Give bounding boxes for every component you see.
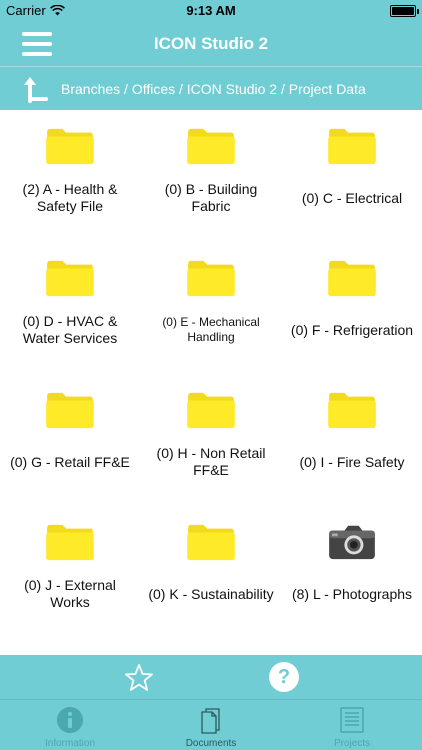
folder-grid: (2) A - Health & Safety File (0) B - Buil… [0,110,422,655]
camera-icon [329,525,375,560]
folder-item[interactable]: (0) J - External Works [0,506,140,636]
info-icon [57,707,83,733]
navigation-bar: ICON Studio 2 [0,22,422,66]
folder-icon [187,128,235,165]
folder-label: (0) H - Non Retail FF&E [156,445,266,478]
folder-icon [46,524,94,561]
folder-label: (0) C - Electrical [301,189,403,206]
page-title: ICON Studio 2 [153,34,269,53]
folder-icon [328,392,376,429]
folder-label: (0) B - Building Fabric [164,181,258,214]
folder-item[interactable]: (0) C - Electrical [282,110,422,240]
folder-item[interactable]: (0) K - Sustainability [141,506,281,636]
folder-item[interactable]: (0) H - Non Retail FF&E [141,374,281,504]
folder-icon [187,524,235,561]
folder-item[interactable]: (0) G - Retail FF&E [0,374,140,504]
folder-label: (0) G - Retail FF&E [10,453,130,470]
folder-item[interactable]: (0) I - Fire Safety [282,374,422,504]
folder-label: (8) L - Photographs [291,585,413,602]
folder-item[interactable]: (2) A - Health & Safety File [0,110,140,240]
help-button[interactable]: ? [269,662,299,692]
tab-information[interactable]: Information [0,700,140,750]
breadcrumb: Branches / Offices / ICON Studio 2 / Pro… [0,66,422,110]
tab-bar: Information Documents Projects [0,699,422,750]
folder-label: (0) D - HVAC & Water Services [22,313,118,346]
folder-icon [187,260,235,297]
tab-projects[interactable]: Projects [282,700,422,750]
star-icon[interactable] [124,663,154,693]
tab-label: Documents [185,738,237,749]
tab-label: Information [44,738,96,749]
breadcrumb-path: Branches / Offices / ICON Studio 2 / Pro… [61,81,366,97]
folder-icon [46,392,94,429]
status-time: 9:13 AM [186,3,236,18]
folder-icon [187,392,235,429]
folder-item[interactable]: (0) B - Building Fabric [141,110,281,240]
folder-label: (0) I - Fire Safety [299,453,405,470]
tab-documents[interactable]: Documents [141,700,281,750]
documents-icon [201,708,220,734]
projects-list-icon [340,707,364,733]
folder-label: (2) A - Health & Safety File [22,181,118,214]
folder-label: (0) F - Refrigeration [290,321,414,338]
folder-icon [328,260,376,297]
folder-label: (0) K - Sustainability [148,585,274,602]
folder-label: (0) J - External Works [24,577,116,610]
folder-label: (0) E - Mechanical Handling [162,315,260,344]
action-bar: ? [0,655,422,699]
folder-icon [46,260,94,297]
up-arrow-icon[interactable] [22,75,50,103]
folder-item[interactable]: (0) F - Refrigeration [282,242,422,372]
folder-icon [46,128,94,165]
folder-icon [328,128,376,165]
battery-icon [390,5,419,17]
photo-folder-item[interactable]: (8) L - Photographs [282,506,422,636]
folder-item[interactable]: (0) D - HVAC & Water Services [0,242,140,372]
folder-item[interactable]: (0) E - Mechanical Handling [141,242,281,372]
status-bar: Carrier 9:13 AM [0,0,422,22]
tab-label: Projects [333,738,371,749]
